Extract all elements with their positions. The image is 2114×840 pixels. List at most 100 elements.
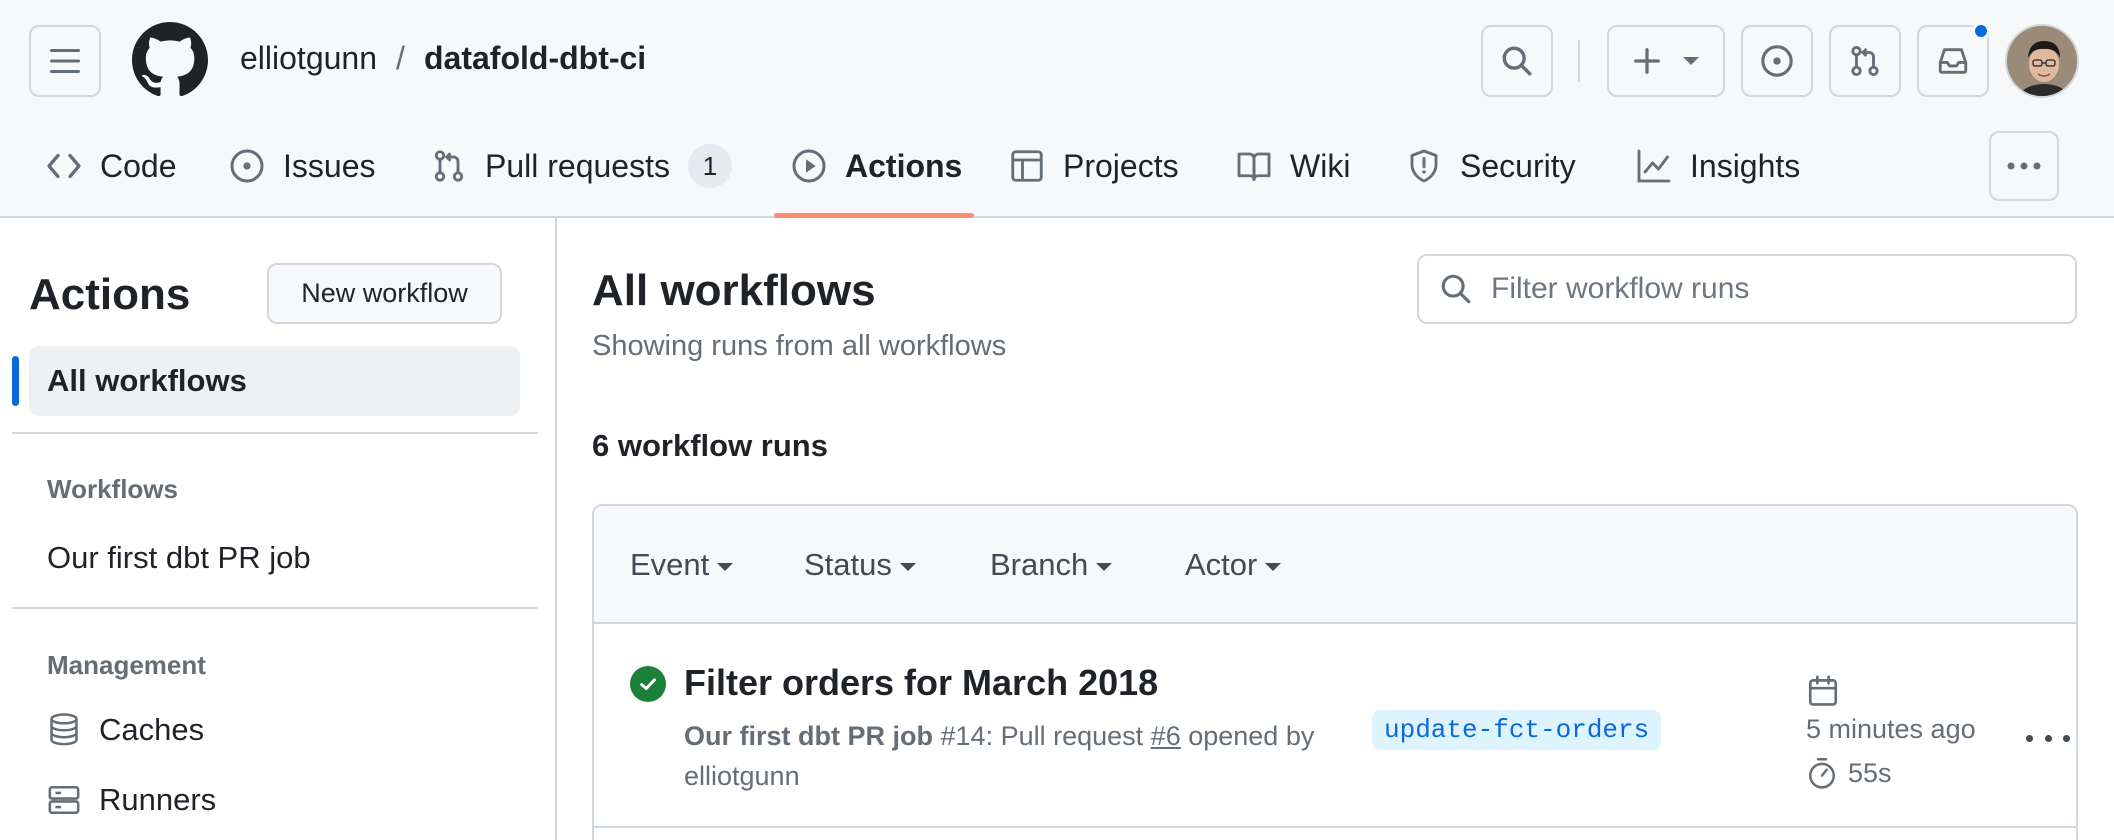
sidebar-title: Actions xyxy=(29,270,191,319)
sidebar-item-label: Caches xyxy=(99,712,205,747)
workflows-heading: Workflows xyxy=(47,474,178,504)
sidebar-divider xyxy=(555,218,557,840)
tab-pull-requests[interactable]: Pull requests 1 xyxy=(431,140,732,192)
git-pull-request-icon xyxy=(434,150,464,182)
triangle-down-icon xyxy=(1265,563,1282,571)
run-meta: Our first dbt PR job #14: Pull request #… xyxy=(684,716,1364,796)
github-logo-icon[interactable] xyxy=(132,22,208,98)
tab-label: Code xyxy=(100,147,177,184)
dropdown-label: Event xyxy=(630,547,710,582)
sidebar-item-label: Runners xyxy=(99,782,217,817)
server-icon xyxy=(48,785,80,815)
sidebar-item-runners[interactable]: Runners xyxy=(47,782,216,818)
workflow-run-row[interactable]: Filter orders for March 2018 Our first d… xyxy=(594,626,2076,826)
dropdown-label: Status xyxy=(804,547,892,582)
plus-icon xyxy=(1634,48,1660,74)
triangle-down-icon xyxy=(899,563,916,571)
search-icon xyxy=(1502,46,1532,76)
table-icon xyxy=(1011,150,1043,182)
run-actor: elliotgunn xyxy=(684,761,800,791)
create-new-button[interactable] xyxy=(1607,25,1725,97)
tab-label: Wiki xyxy=(1290,147,1351,184)
your-pull-requests-button[interactable] xyxy=(1829,25,1901,97)
active-item-indicator xyxy=(12,356,19,406)
tab-projects[interactable]: Projects xyxy=(1009,140,1179,192)
status-filter-dropdown[interactable]: Status xyxy=(804,547,916,583)
workflow-run-count: 6 workflow runs xyxy=(592,428,828,463)
event-filter-dropdown[interactable]: Event xyxy=(630,547,734,583)
issue-opened-icon xyxy=(1761,45,1793,77)
breadcrumb-separator: / xyxy=(396,40,405,76)
run-title-link[interactable]: Filter orders for March 2018 xyxy=(684,662,1158,704)
actor-filter-dropdown[interactable]: Actor xyxy=(1185,547,1282,583)
tab-security[interactable]: Security xyxy=(1406,140,1576,192)
pull-request-link[interactable]: #6 xyxy=(1151,721,1181,751)
calendar-icon xyxy=(1808,675,1838,706)
git-pull-request-icon xyxy=(1851,45,1879,77)
database-icon xyxy=(50,713,78,746)
check-circle-icon xyxy=(630,666,666,702)
triangle-down-icon xyxy=(1683,57,1699,65)
run-number: #14 xyxy=(940,721,986,751)
filter-workflow-runs-input[interactable] xyxy=(1491,272,2051,306)
branch-filter-dropdown[interactable]: Branch xyxy=(990,547,1113,583)
stopwatch-icon xyxy=(1808,758,1836,789)
branch-tag[interactable]: update-fct-orders xyxy=(1372,710,1662,750)
triangle-down-icon xyxy=(1096,563,1113,571)
run-time-ago: 5 minutes ago xyxy=(1806,714,1976,744)
sidebar-item-caches[interactable]: Caches xyxy=(47,712,204,748)
issue-opened-icon xyxy=(230,149,264,183)
your-issues-button[interactable] xyxy=(1741,25,1813,97)
run-options-kebab-icon[interactable] xyxy=(2026,726,2070,750)
tab-label: Security xyxy=(1460,147,1576,184)
global-header: elliotgunn / datafold-dbt-ci Code Issues… xyxy=(0,0,2114,218)
repo-owner-link[interactable]: elliotgunn xyxy=(240,40,377,77)
sidebar-divider-line xyxy=(12,432,538,434)
page-subtitle: Showing runs from all workflows xyxy=(592,330,1007,362)
tab-label: Issues xyxy=(283,147,376,184)
active-tab-indicator xyxy=(774,213,974,218)
pull-requests-count-badge: 1 xyxy=(687,144,732,188)
row-divider xyxy=(594,826,2076,828)
inbox-icon xyxy=(1938,48,1968,74)
code-icon xyxy=(47,153,81,179)
filter-workflow-runs-field[interactable] xyxy=(1417,254,2077,324)
hamburger-icon xyxy=(50,49,80,73)
tab-insights[interactable]: Insights xyxy=(1636,140,1800,192)
workflow-runs-list: Event Status Branch Actor Filter orders … xyxy=(592,504,2078,840)
run-event-suffix: opened by xyxy=(1180,721,1315,751)
run-duration-value: 55s xyxy=(1848,757,1892,788)
unread-notification-dot xyxy=(1972,22,1990,40)
tab-wiki[interactable]: Wiki xyxy=(1236,140,1350,192)
search-button[interactable] xyxy=(1481,25,1553,97)
tab-issues[interactable]: Issues xyxy=(229,140,375,192)
tab-label: Projects xyxy=(1063,147,1179,184)
shield-icon xyxy=(1410,149,1438,183)
menu-button[interactable] xyxy=(29,25,101,97)
page-title: All workflows xyxy=(592,266,876,315)
dropdown-label: Actor xyxy=(1185,547,1258,582)
sidebar-item-label[interactable]: All workflows xyxy=(47,363,247,399)
book-icon xyxy=(1237,152,1271,181)
runs-filter-bar: Event Status Branch Actor xyxy=(594,506,2076,624)
avatar[interactable] xyxy=(2005,24,2079,98)
management-heading: Management xyxy=(47,650,206,680)
sidebar-divider-line xyxy=(12,607,538,609)
new-workflow-button[interactable]: New workflow xyxy=(267,263,502,324)
tab-label: Pull requests xyxy=(485,147,670,184)
play-icon xyxy=(792,149,826,183)
graph-icon xyxy=(1637,149,1671,183)
search-icon xyxy=(1441,274,1471,304)
triangle-down-icon xyxy=(717,563,734,571)
kebab-horizontal-icon xyxy=(2007,162,2041,170)
run-duration: 55s xyxy=(1806,756,1892,790)
tab-code[interactable]: Code xyxy=(46,140,177,192)
tab-actions[interactable]: Actions xyxy=(791,140,962,192)
run-workflow-name: Our first dbt PR job xyxy=(684,721,933,751)
repo-name-link[interactable]: datafold-dbt-ci xyxy=(424,40,646,77)
sidebar-item-workflow[interactable]: Our first dbt PR job xyxy=(47,540,311,576)
tab-label: Insights xyxy=(1690,147,1801,184)
sidebar-item-label: Our first dbt PR job xyxy=(47,540,311,575)
tab-label: Actions xyxy=(845,147,963,184)
more-tabs-button[interactable] xyxy=(1989,131,2059,201)
